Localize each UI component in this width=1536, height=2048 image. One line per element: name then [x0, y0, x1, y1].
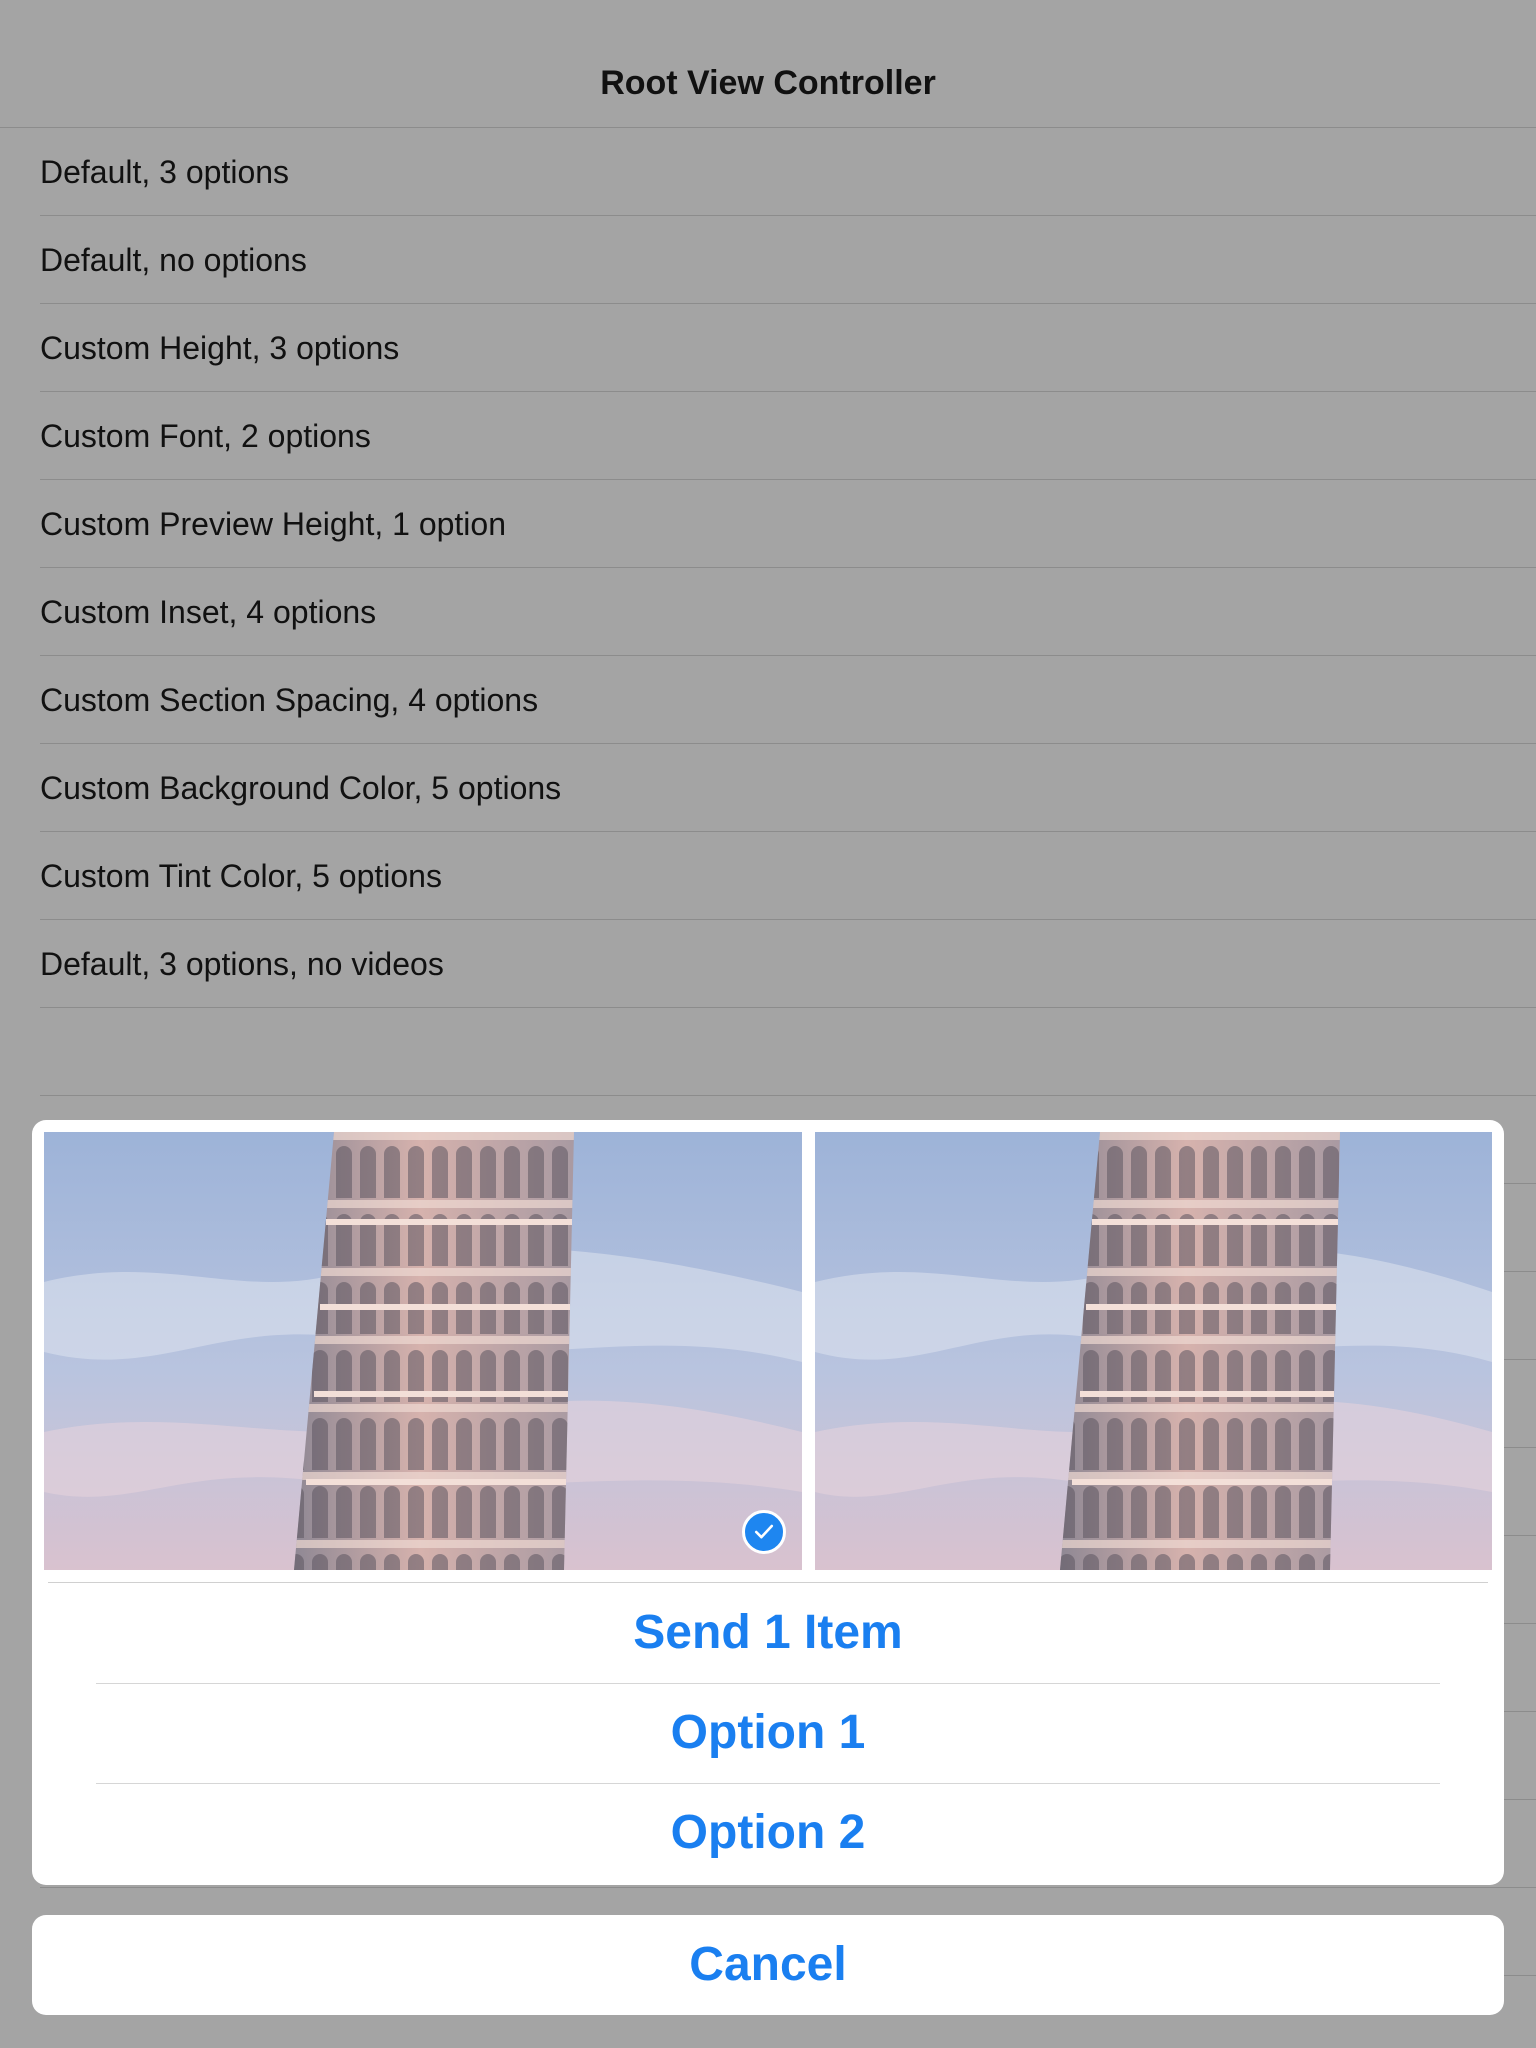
row-label: Custom Section Spacing, 4 options [40, 682, 539, 718]
row-label: Custom Tint Color, 5 options [40, 858, 442, 894]
cancel-button[interactable]: Cancel [32, 1915, 1504, 2015]
row-label: Custom Preview Height, 1 option [40, 506, 506, 542]
navigation-bar: Root View Controller [0, 0, 1536, 128]
row-label: Default, 3 options, no videos [40, 946, 444, 982]
send-items-button[interactable]: Send 1 Item [32, 1583, 1504, 1683]
option-2-button[interactable]: Option 2 [32, 1783, 1504, 1883]
row-label: Custom Height, 3 options [40, 330, 400, 366]
page-title: Root View Controller [600, 64, 936, 102]
row-label: Custom Font, 2 options [40, 418, 371, 454]
action-sheet: Send 1 Item Option 1 Option 2 [32, 1120, 1504, 1885]
photo-preview[interactable] [44, 1132, 802, 1570]
row-label: Custom Background Color, 5 options [40, 770, 562, 806]
option-1-button[interactable]: Option 1 [32, 1683, 1504, 1783]
table-row[interactable]: Custom Background Color, 5 options [40, 744, 1536, 832]
photo-preview[interactable] [815, 1132, 1492, 1570]
screen: Root View Controller Default, 3 options … [0, 0, 1536, 2048]
table-row[interactable]: Default, 3 options, no videos [40, 920, 1536, 1008]
table-row[interactable]: Custom Inset, 4 options [40, 568, 1536, 656]
table-row[interactable] [40, 1008, 1536, 1096]
tower-photo [44, 1132, 802, 1570]
row-label: Custom Inset, 4 options [40, 594, 377, 630]
row-label: Default, no options [40, 242, 307, 278]
table-row[interactable]: Custom Font, 2 options [40, 392, 1536, 480]
table-row[interactable]: Default, no options [40, 216, 1536, 304]
row-label: Default, 3 options [40, 154, 290, 190]
table-row[interactable]: Custom Section Spacing, 4 options [40, 656, 1536, 744]
tower-photo [815, 1132, 1492, 1570]
checkmark-circle-icon [742, 1510, 786, 1554]
table-row[interactable]: Custom Height, 3 options [40, 304, 1536, 392]
table-row[interactable]: Custom Tint Color, 5 options [40, 832, 1536, 920]
table-row[interactable]: Default, 3 options [40, 128, 1536, 216]
table-row[interactable]: Custom Preview Height, 1 option [40, 480, 1536, 568]
